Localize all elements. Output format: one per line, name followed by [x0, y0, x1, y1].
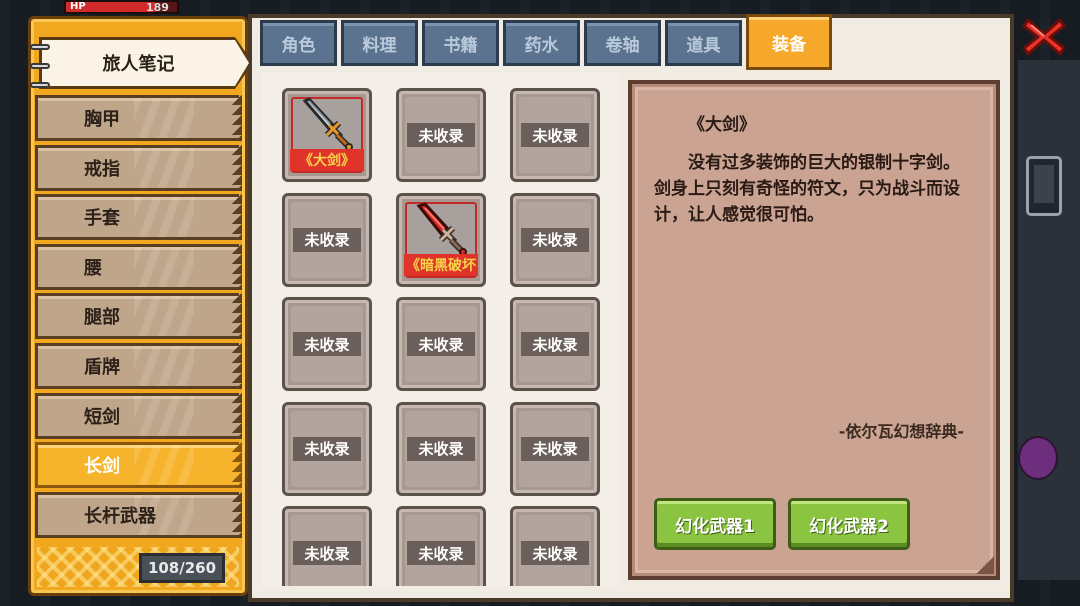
- close-button[interactable]: [1022, 16, 1066, 58]
- tab-item[interactable]: 卷轴: [584, 20, 661, 66]
- category-label: 胸甲: [84, 109, 120, 130]
- category-item[interactable]: 腰: [35, 243, 242, 290]
- uncollected-label: 未收录: [407, 332, 475, 356]
- category-sheen: [134, 197, 194, 238]
- item-name-label: 《大剑》: [290, 149, 364, 171]
- close-icon: [1022, 18, 1066, 56]
- uncollected-item-slot[interactable]: 未收录: [396, 401, 486, 496]
- uncollected-item-slot[interactable]: 未收录: [396, 88, 486, 182]
- uncollected-item-slot[interactable]: 未收录: [510, 192, 600, 287]
- spiral-binding-icon: [30, 44, 50, 88]
- category-label: 手套: [84, 208, 120, 230]
- collected-item-slot[interactable]: 《暗黑破坏: [396, 192, 486, 287]
- uncollected-item-slot[interactable]: 未收录: [510, 401, 600, 496]
- item-detail-panel: 《大剑》 没有过多装饰的巨大的银制十字剑。剑身上只刻有奇怪的符文，只为战斗而设计…: [628, 80, 1000, 580]
- uncollected-label: 未收录: [407, 436, 475, 461]
- category-sheen: [134, 246, 194, 287]
- detail-description: 没有过多装饰的巨大的银制十字剑。剑身上只刻有奇怪的符文，只为战斗而设计，让人感觉…: [654, 153, 960, 225]
- uncollected-item-slot[interactable]: 未收录: [282, 192, 372, 287]
- category-label: 短剑: [84, 406, 120, 428]
- category-item[interactable]: 长杆武器: [35, 491, 242, 538]
- uncollected-label: 未收录: [521, 123, 589, 147]
- category-label: 戒指: [84, 158, 120, 180]
- morph-weapon-1-button[interactable]: 幻化武器1: [654, 498, 776, 550]
- item-name-label: 《暗黑破坏: [404, 253, 478, 276]
- uncollected-item-slot[interactable]: 未收录: [510, 506, 600, 586]
- background-wall: [1018, 60, 1080, 580]
- morph-weapon-2-button[interactable]: 幻化武器2: [788, 498, 910, 550]
- uncollected-item-slot[interactable]: 未收录: [282, 401, 372, 496]
- category-item[interactable]: 长剑: [35, 442, 242, 489]
- tab-item[interactable]: 药水: [503, 20, 580, 66]
- panel-corner: [976, 556, 994, 574]
- hp-label: HP: [70, 1, 86, 12]
- tab-item[interactable]: 书籍: [422, 20, 499, 66]
- silver-greatsword-icon: [299, 97, 357, 151]
- uncollected-label: 未收录: [293, 436, 361, 461]
- category-label: 长剑: [84, 456, 120, 478]
- category-sidebar: 旅人笔记 胸甲戒指手套腰腿部盾牌短剑长剑长杆武器 108/260: [28, 16, 253, 596]
- tab-item[interactable]: 道具: [665, 20, 742, 66]
- category-sheen: [134, 147, 194, 188]
- bat-monster-icon: [1018, 436, 1058, 480]
- tab-bar: 角色 料理 书籍 药水 卷轴 道具 装备: [260, 14, 832, 70]
- uncollected-item-slot[interactable]: 未收录: [510, 297, 600, 391]
- dark-red-sword-icon: [413, 201, 471, 256]
- detail-source: -依尔瓦幻想辞典-: [838, 422, 964, 441]
- category-label: 长杆武器: [84, 505, 156, 527]
- category-sheen: [134, 98, 194, 138]
- detail-title: 《大剑》: [688, 115, 756, 135]
- category-sheen: [134, 296, 194, 337]
- item-grid: 《大剑》 未收录 未收录 未收录 《暗黑破坏 未收录 未收录 未收录 未收录 未收录 未收录 未收录未…: [262, 72, 620, 586]
- category-label: 腿部: [84, 307, 120, 329]
- category-item[interactable]: 短剑: [35, 392, 242, 439]
- collected-item-slot[interactable]: 《大剑》: [282, 88, 372, 182]
- notebook-title: 旅人笔记: [102, 54, 175, 75]
- tab-active[interactable]: 装备: [746, 14, 832, 70]
- uncollected-item-slot[interactable]: 未收录: [282, 506, 372, 586]
- uncollected-label: 未收录: [293, 227, 361, 252]
- notebook-title-tab[interactable]: 旅人笔记: [30, 37, 253, 89]
- uncollected-label: 未收录: [293, 541, 361, 565]
- hp-value: 189: [146, 1, 169, 14]
- category-item[interactable]: 盾牌: [35, 342, 242, 389]
- uncollected-item-slot[interactable]: 未收录: [510, 88, 600, 182]
- category-sheen: [134, 345, 194, 386]
- category-item[interactable]: 胸甲: [35, 95, 242, 141]
- category-item[interactable]: 手套: [35, 194, 242, 241]
- uncollected-label: 未收录: [407, 123, 475, 147]
- collection-counter: 108/260: [139, 553, 225, 583]
- category-label: 盾牌: [84, 356, 120, 378]
- category-label: 腰: [84, 257, 102, 279]
- uncollected-item-slot[interactable]: 未收录: [396, 506, 486, 586]
- category-item[interactable]: 腿部: [35, 293, 242, 340]
- uncollected-label: 未收录: [521, 541, 589, 565]
- category-item[interactable]: 戒指: [35, 144, 242, 191]
- uncollected-item-slot[interactable]: 未收录: [396, 297, 486, 391]
- phone-icon[interactable]: [1026, 156, 1062, 216]
- uncollected-label: 未收录: [521, 332, 589, 356]
- category-sheen: [134, 395, 194, 436]
- category-list: 胸甲戒指手套腰腿部盾牌短剑长剑长杆武器: [35, 95, 242, 541]
- category-sheen: [134, 445, 194, 486]
- tab-item[interactable]: 角色: [260, 20, 337, 66]
- uncollected-label: 未收录: [521, 227, 589, 252]
- uncollected-label: 未收录: [521, 436, 589, 461]
- uncollected-label: 未收录: [407, 541, 475, 565]
- tab-item[interactable]: 料理: [341, 20, 418, 66]
- uncollected-item-slot[interactable]: 未收录: [282, 297, 372, 391]
- uncollected-label: 未收录: [293, 332, 361, 356]
